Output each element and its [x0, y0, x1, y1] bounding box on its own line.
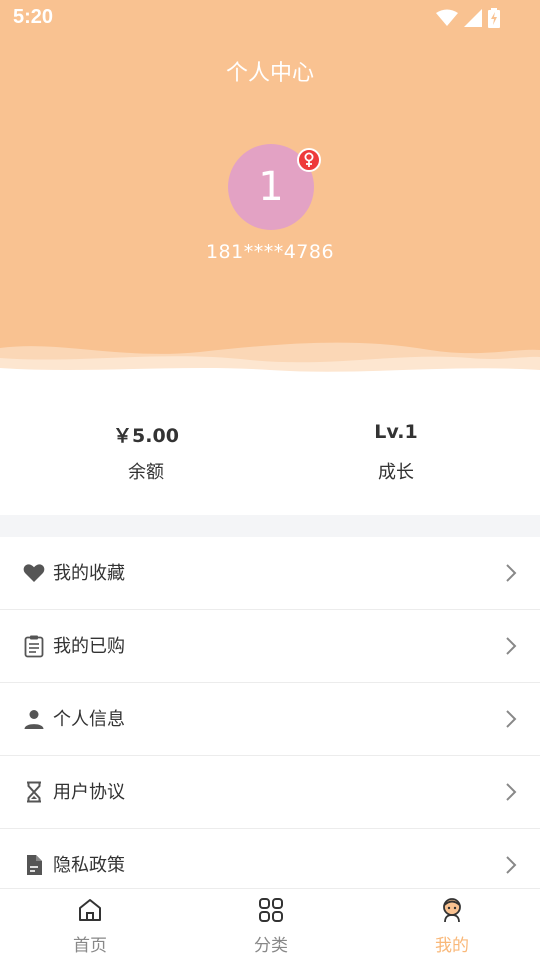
grid-icon — [259, 898, 283, 922]
chevron-right-icon — [506, 856, 517, 874]
stat-growth[interactable]: Lv.1 成长 — [261, 381, 531, 515]
growth-label: 成长 — [378, 462, 414, 483]
document-icon — [27, 855, 42, 875]
menu-item-label: 隐私政策 — [53, 855, 125, 876]
home-icon — [79, 899, 101, 921]
wifi-icon — [436, 9, 458, 26]
growth-value: Lv.1 — [374, 421, 418, 443]
stat-balance[interactable]: ￥5.00 余额 — [11, 381, 281, 515]
status-icons — [436, 7, 500, 29]
chevron-right-icon — [506, 564, 517, 582]
chevron-right-icon — [506, 637, 517, 655]
menu-item-label: 个人信息 — [53, 709, 125, 730]
menu-item-label: 我的收藏 — [53, 563, 125, 584]
menu-item-favorites[interactable]: 我的收藏 — [0, 537, 540, 610]
person-icon — [24, 710, 44, 729]
bottom-tab-bar: 首页 分类 我的 — [0, 888, 540, 960]
menu-item-purchased[interactable]: 我的已购 — [0, 610, 540, 683]
page-title: 个人中心 — [225, 61, 314, 86]
signal-icon — [464, 9, 482, 27]
tab-home[interactable]: 首页 — [0, 889, 180, 960]
user-phone: 181****4786 — [205, 241, 335, 263]
tab-label: 我的 — [435, 936, 469, 956]
stats-panel: ￥5.00 余额 Lv.1 成长 — [0, 381, 540, 515]
profile-icon — [443, 898, 461, 923]
hourglass-icon — [27, 781, 41, 803]
profile-header: 5:20 个人中心 1 181****4786 — [0, 0, 540, 382]
chevron-right-icon — [506, 783, 517, 801]
tab-label: 首页 — [73, 936, 107, 956]
balance-value: ￥5.00 — [113, 425, 179, 447]
menu-list: 我的收藏 我的已购 个人信息 用户协议 隐私政策 — [0, 537, 540, 902]
menu-item-personal-info[interactable]: 个人信息 — [0, 683, 540, 756]
menu-item-user-agreement[interactable]: 用户协议 — [0, 756, 540, 829]
battery-charging-icon — [488, 8, 500, 28]
status-time: 5:20 — [13, 6, 54, 28]
menu-item-label: 我的已购 — [53, 636, 125, 657]
header-wave-decoration — [0, 342, 540, 382]
tab-mine[interactable]: 我的 — [362, 889, 540, 960]
balance-label: 余额 — [128, 462, 164, 483]
tab-category[interactable]: 分类 — [181, 889, 361, 960]
tab-label: 分类 — [254, 936, 288, 956]
chevron-right-icon — [506, 710, 517, 728]
avatar-text: 1 — [258, 164, 284, 210]
female-icon — [297, 148, 321, 172]
heart-icon — [23, 564, 45, 582]
clipboard-icon — [24, 635, 44, 658]
menu-item-label: 用户协议 — [53, 782, 125, 803]
status-bar: 5:20 — [0, 0, 540, 36]
